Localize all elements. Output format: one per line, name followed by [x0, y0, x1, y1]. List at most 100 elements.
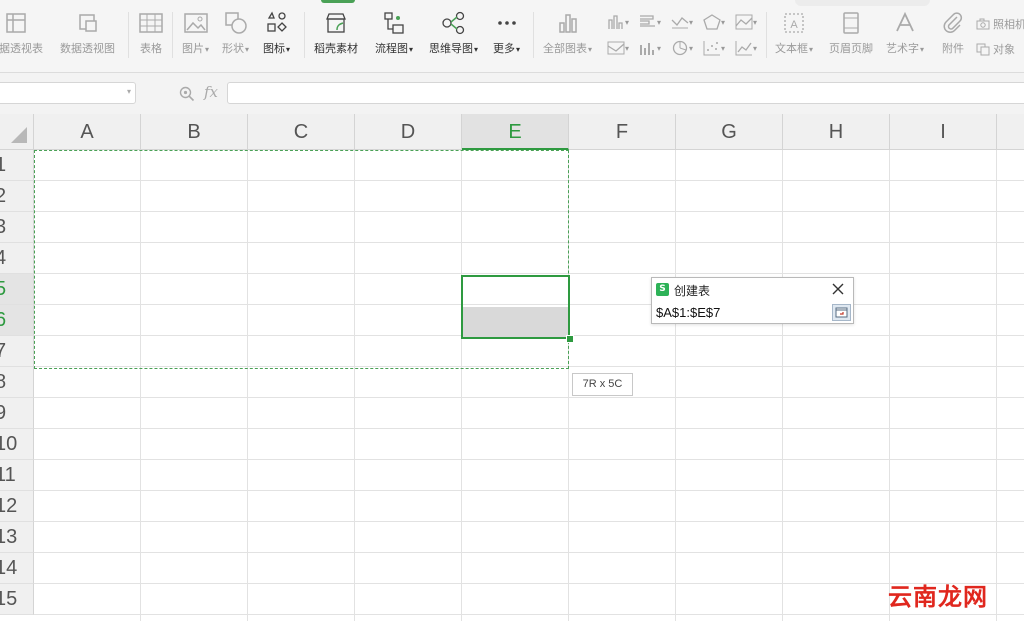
- wordart-button[interactable]: 艺术字▾: [886, 10, 924, 62]
- column-header-b[interactable]: B: [141, 114, 248, 150]
- column-header-d[interactable]: D: [355, 114, 462, 150]
- column-header-e[interactable]: E: [462, 114, 569, 150]
- pivot-table-label: 数据透视表: [0, 42, 43, 55]
- row-header-10[interactable]: 10: [0, 429, 34, 460]
- row-header-4[interactable]: 4: [0, 243, 34, 274]
- range-reference-input[interactable]: $A$1:$E$7: [654, 303, 830, 322]
- selected-cell-shade: [463, 307, 568, 337]
- attachment-button[interactable]: 附件: [940, 10, 966, 62]
- table-label: 表格: [140, 42, 162, 55]
- stock-chart-type[interactable]: ▾: [607, 38, 639, 58]
- column-header-g[interactable]: G: [676, 114, 783, 150]
- dialog-title: 创建表: [674, 284, 711, 298]
- all-charts-button[interactable]: 全部图表▾: [543, 10, 592, 62]
- bar-chart-type[interactable]: ▾: [639, 12, 671, 32]
- table-button[interactable]: 表格: [138, 10, 164, 62]
- row-header-7[interactable]: 7: [0, 336, 34, 367]
- column-chart-type[interactable]: ▾: [607, 12, 639, 32]
- row-header-14[interactable]: 14: [0, 553, 34, 584]
- column-header-h[interactable]: H: [783, 114, 890, 150]
- mindmap-button[interactable]: 思维导图▾: [429, 10, 478, 62]
- object-icon: [976, 43, 990, 56]
- pivot-chart-icon: [75, 10, 101, 36]
- gridline: [34, 428, 1024, 429]
- all-charts-label: 全部图表: [543, 42, 587, 55]
- row-header-9[interactable]: 9: [0, 398, 34, 429]
- more-button[interactable]: 更多▾: [493, 10, 520, 62]
- column-header-c[interactable]: C: [248, 114, 355, 150]
- object-button[interactable]: 对象: [976, 41, 1015, 57]
- camera-button[interactable]: 照相机: [976, 16, 1024, 32]
- icon-library-label: 图标: [263, 42, 285, 55]
- active-cell-range[interactable]: [461, 275, 570, 339]
- docer-material-button[interactable]: 稻壳素材: [314, 10, 358, 62]
- scatter-chart-type[interactable]: ▾: [703, 38, 735, 58]
- flowchart-button[interactable]: 流程图▾: [375, 10, 413, 62]
- header-footer-icon: [838, 10, 864, 36]
- dialog-title-bar[interactable]: S 创建表: [652, 278, 853, 302]
- name-box[interactable]: ▾: [0, 82, 136, 104]
- radar-chart-type[interactable]: ▾: [703, 12, 735, 32]
- row-header-11[interactable]: 11: [0, 460, 34, 491]
- ribbon-separator: [172, 12, 173, 58]
- pie-chart-type[interactable]: ▾: [671, 38, 703, 58]
- row-header-6[interactable]: 6: [0, 305, 34, 336]
- shape-label: 形状: [222, 42, 244, 55]
- row-header-1[interactable]: 1: [0, 150, 34, 181]
- gridline: [34, 397, 1024, 398]
- select-all-corner[interactable]: [0, 114, 34, 150]
- row-header-8[interactable]: 8: [0, 367, 34, 398]
- more-label: 更多: [493, 42, 515, 55]
- row-header-12[interactable]: 12: [0, 491, 34, 522]
- row-header-13[interactable]: 13: [0, 522, 34, 553]
- header-footer-label: 页眉页脚: [829, 42, 873, 55]
- pivot-table-button[interactable]: 数据透视表: [0, 10, 43, 62]
- chevron-down-icon[interactable]: ▾: [127, 87, 131, 96]
- header-footer-button[interactable]: 页眉页脚: [829, 10, 873, 62]
- shape-button[interactable]: 形状▾: [222, 10, 249, 62]
- surface-chart-type[interactable]: ▾: [735, 38, 767, 58]
- gridline: [675, 150, 676, 621]
- pivot-chart-button[interactable]: 数据透视图: [60, 10, 115, 62]
- icons-icon: [264, 10, 290, 36]
- bar-chart-icon: [555, 10, 581, 36]
- cell-area[interactable]: [34, 150, 1024, 621]
- combo-chart-type[interactable]: ▾: [639, 38, 671, 58]
- more-dots-icon: [494, 10, 520, 36]
- picture-button[interactable]: 图片▾: [182, 10, 209, 62]
- fill-handle[interactable]: [566, 335, 574, 343]
- gridline: [34, 552, 1024, 553]
- expand-dialog-button[interactable]: [832, 304, 851, 321]
- row-header-3[interactable]: 3: [0, 212, 34, 243]
- store-icon: [323, 10, 349, 36]
- mindmap-icon: [441, 10, 467, 36]
- icon-library-button[interactable]: 图标▾: [263, 10, 290, 62]
- textbox-button[interactable]: A 文本框▾: [775, 10, 813, 62]
- formula-input[interactable]: [227, 82, 1024, 104]
- line-chart-type[interactable]: ▾: [671, 12, 703, 32]
- shape-icon: [223, 10, 249, 36]
- column-header-a[interactable]: A: [34, 114, 141, 150]
- column-header-partial[interactable]: [997, 114, 1024, 150]
- pivot-chart-label: 数据透视图: [60, 42, 115, 55]
- wordart-label: 艺术字: [886, 42, 919, 55]
- attachment-label: 附件: [942, 42, 964, 55]
- camera-icon: [976, 18, 990, 30]
- column-header-f[interactable]: F: [569, 114, 676, 150]
- column-header-i[interactable]: I: [890, 114, 997, 150]
- object-label: 对象: [993, 43, 1015, 56]
- active-tab-indicator: [321, 0, 355, 3]
- row-header-2[interactable]: 2: [0, 181, 34, 212]
- area-chart-type[interactable]: ▾: [735, 12, 767, 32]
- row-header-15[interactable]: 15: [0, 584, 34, 615]
- gridline: [782, 150, 783, 621]
- insert-function-button[interactable]: fx: [204, 83, 218, 101]
- close-icon: [832, 283, 844, 295]
- insert-ribbon: 数据透视表 数据透视图 表格 图片▾ 形状▾ 图标▾ 稻壳: [0, 0, 1024, 73]
- close-button[interactable]: [830, 281, 846, 297]
- site-watermark: 云南龙网: [888, 583, 988, 611]
- textbox-icon: A: [781, 10, 807, 36]
- row-header-5[interactable]: 5: [0, 274, 34, 305]
- selection-size-tooltip: 7R x 5C: [572, 373, 633, 396]
- zoom-search-icon[interactable]: [179, 86, 195, 106]
